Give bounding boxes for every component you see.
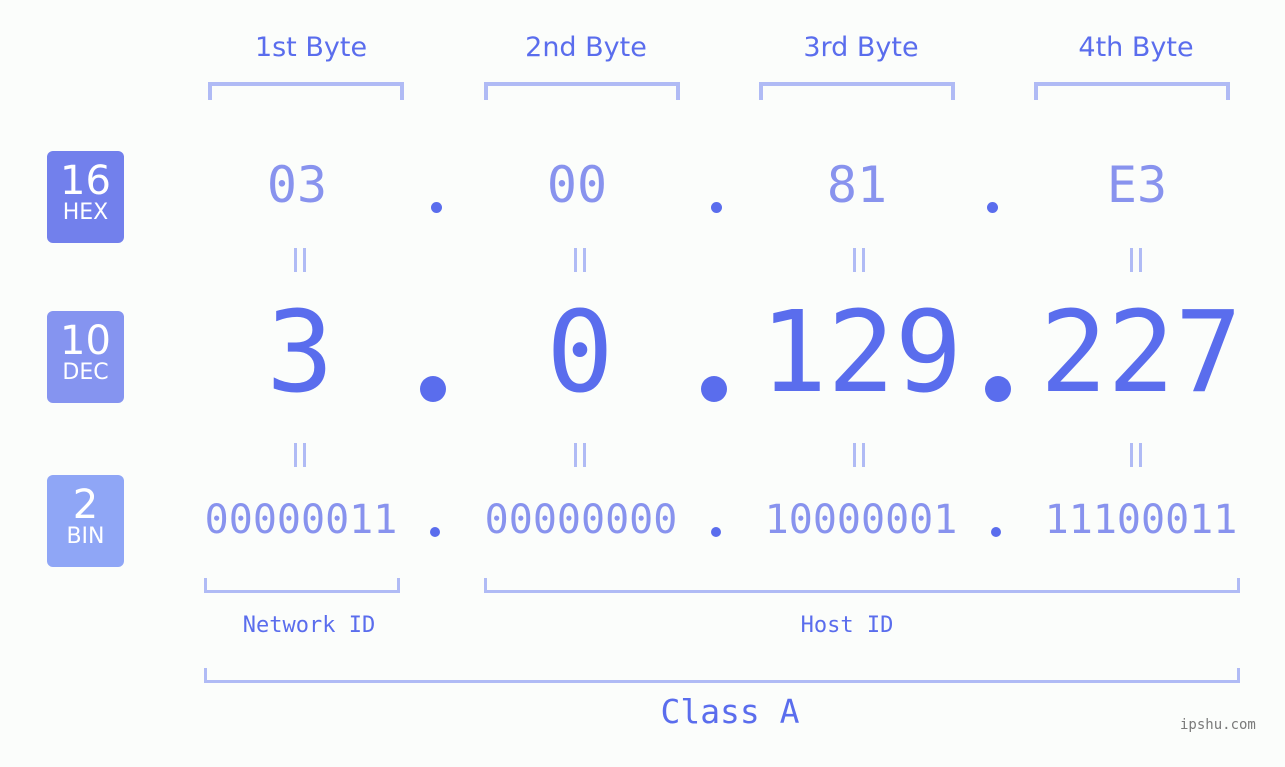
network-id-label: Network ID (242, 613, 376, 638)
bin-dot-1 (430, 527, 440, 537)
equals-icon (1128, 248, 1144, 272)
equals-icon (851, 443, 867, 467)
hex-byte-2: 00 (546, 156, 608, 214)
byte-bracket-1 (208, 82, 404, 100)
dec-badge-label: DEC (62, 360, 109, 385)
dec-dot-1 (420, 376, 446, 402)
hex-byte-1: 03 (266, 156, 328, 214)
hex-badge-label: HEX (62, 200, 109, 225)
network-id-bracket (204, 578, 400, 593)
class-bracket (204, 668, 1240, 683)
hex-dot-1 (431, 202, 442, 213)
dec-dot-3 (985, 376, 1011, 402)
equals-icon (851, 248, 867, 272)
byte-label-4: 4th Byte (1078, 32, 1194, 63)
bin-byte-3: 10000001 (764, 497, 958, 543)
byte-label-1: 1st Byte (254, 32, 368, 63)
hex-badge-base: 16 (60, 158, 111, 204)
byte-bracket-2 (484, 82, 680, 100)
dec-byte-4: 227 (1039, 288, 1243, 418)
bin-dot-3 (991, 527, 1001, 537)
bin-dot-2 (711, 527, 721, 537)
bin-badge-label: BIN (66, 524, 105, 549)
byte-bracket-3 (759, 82, 955, 100)
equals-icon (292, 248, 308, 272)
host-id-bracket (484, 578, 1240, 593)
equals-icon (572, 248, 588, 272)
dec-byte-3: 129 (759, 288, 963, 418)
dec-byte-1: 3 (266, 288, 334, 418)
byte-bracket-4 (1034, 82, 1230, 100)
hex-byte-3: 81 (826, 156, 888, 214)
byte-label-3: 3rd Byte (803, 32, 919, 63)
equals-icon (572, 443, 588, 467)
hex-dot-3 (987, 202, 998, 213)
dec-dot-2 (701, 376, 727, 402)
bin-byte-4: 11100011 (1044, 497, 1238, 543)
bin-badge: 2 BIN (47, 475, 124, 567)
class-label: Class A (660, 692, 800, 731)
byte-label-2: 2nd Byte (525, 32, 647, 63)
equals-icon (1128, 443, 1144, 467)
dec-badge-base: 10 (60, 318, 111, 364)
bin-badge-base: 2 (72, 482, 99, 528)
hex-dot-2 (711, 202, 722, 213)
bin-byte-2: 00000000 (484, 497, 678, 543)
hex-byte-4: E3 (1106, 156, 1168, 214)
equals-icon (292, 443, 308, 467)
dec-byte-2: 0 (546, 288, 614, 418)
bin-byte-1: 00000011 (204, 497, 398, 543)
host-id-label: Host ID (800, 613, 894, 638)
dec-badge: 10 DEC (47, 311, 124, 403)
watermark: ipshu.com (1180, 717, 1256, 733)
hex-badge: 16 HEX (47, 151, 124, 243)
